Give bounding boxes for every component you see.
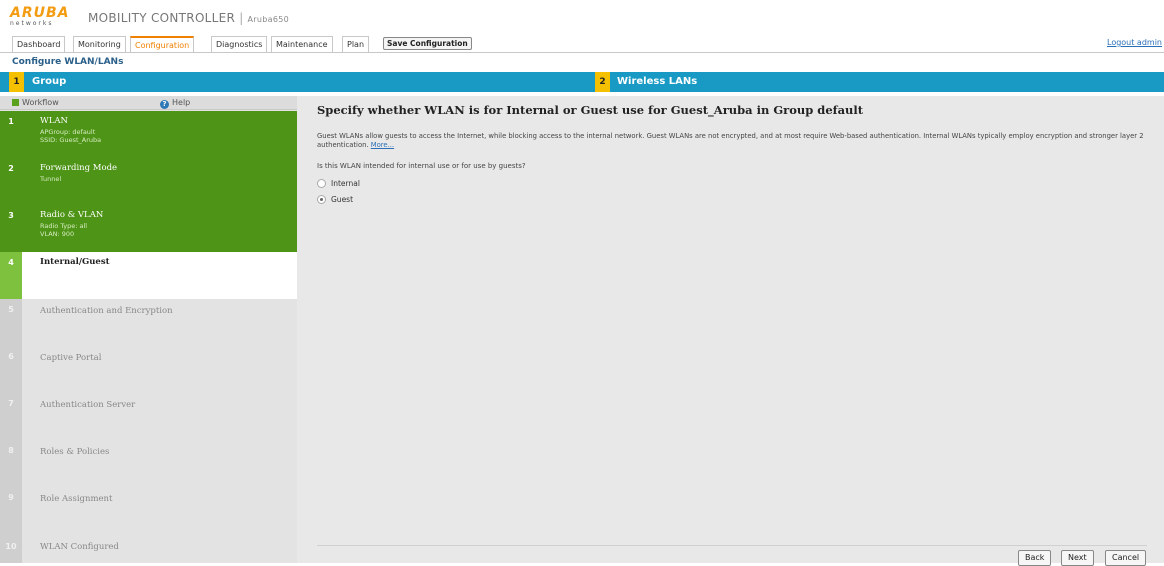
sidebar-item-detail: SSID: Guest_Aruba <box>40 136 102 144</box>
sidebar-item-title: Forwarding Mode <box>40 163 118 173</box>
main-panel: Specify whether WLAN is for Internal or … <box>297 96 1164 566</box>
description-text: Guest WLANs allow guests to access the I… <box>317 132 1144 149</box>
internal-radio[interactable] <box>317 179 326 188</box>
step-number: 4 <box>0 252 22 299</box>
tab-diagnostics[interactable]: Diagnostics <box>211 36 268 52</box>
sidebar-item-internal-guest[interactable]: 4 Internal/Guest <box>0 252 297 299</box>
step-number: 1 <box>0 111 22 158</box>
next-button[interactable]: Next <box>1061 550 1094 566</box>
sidebar-item-title: WLAN <box>40 116 68 126</box>
step-label-group[interactable]: Group <box>32 72 66 92</box>
page-title: Specify whether WLAN is for Internal or … <box>317 103 864 117</box>
step-number: 5 <box>0 299 22 346</box>
workflow-sidebar: Workflow ? Help 1 WLAN APGroup: default S… <box>0 96 297 563</box>
sidebar-item-body: Internal/Guest <box>22 252 297 299</box>
sidebar-item-detail: Radio Type: all <box>40 222 88 230</box>
tab-dashboard[interactable]: Dashboard <box>12 36 66 52</box>
step-number: 6 <box>0 346 22 393</box>
sidebar-item-detail: Tunnel <box>40 175 62 183</box>
sidebar-item-title: Authentication and Encryption <box>40 306 173 316</box>
step-number: 10 <box>0 516 22 563</box>
sidebar-item-forwarding-mode[interactable]: 2 Forwarding Mode Tunnel <box>0 158 297 205</box>
option-internal[interactable]: Internal <box>317 179 360 188</box>
step-number: 8 <box>0 440 22 487</box>
step-label-wireless-lans[interactable]: Wireless LANs <box>617 72 697 92</box>
main-nav: Dashboard Monitoring Configuration Diagn… <box>0 36 1164 53</box>
description: Guest WLANs allow guests to access the I… <box>317 132 1147 150</box>
logo-text: ARUBA <box>10 5 70 21</box>
sidebar-item-title: WLAN Configured <box>40 542 119 552</box>
option-guest[interactable]: Guest <box>317 195 353 204</box>
sidebar-item-title: Internal/Guest <box>40 257 110 267</box>
tab-maintenance[interactable]: Maintenance <box>271 36 333 52</box>
tab-monitoring[interactable]: Monitoring <box>73 36 126 52</box>
product-title: MOBILITY CONTROLLER | Aruba650 <box>88 11 289 25</box>
cancel-button[interactable]: Cancel <box>1105 550 1147 566</box>
sidebar-item-title: Captive Portal <box>40 353 102 363</box>
step-number-wireless-lans: 2 <box>595 72 610 92</box>
more-link[interactable]: More... <box>371 141 394 149</box>
workflow-label: Workflow <box>22 98 59 107</box>
step-number: 3 <box>0 205 22 252</box>
sidebar-item-detail: APGroup: default <box>40 128 96 136</box>
step-number: 2 <box>0 158 22 205</box>
sidebar-item-authentication-server[interactable]: 7 Authentication Server <box>0 393 297 440</box>
sidebar-item-authentication-encryption[interactable]: 5 Authentication and Encryption <box>0 299 297 346</box>
sidebar-item-captive-portal[interactable]: 6 Captive Portal <box>0 346 297 393</box>
tab-plan[interactable]: Plan <box>342 36 370 52</box>
product-name: MOBILITY CONTROLLER <box>88 11 236 25</box>
sidebar-item-body: WLAN APGroup: default SSID: Guest_Aruba <box>22 111 297 158</box>
step-number: 7 <box>0 393 22 440</box>
breadcrumb: Configure WLAN/LANs <box>0 54 1164 71</box>
sidebar-item-title: Radio & VLAN <box>40 210 104 220</box>
sidebar-item-title: Authentication Server <box>40 400 136 410</box>
step-number-group: 1 <box>9 72 24 92</box>
logout-link[interactable]: Logout admin <box>1107 38 1162 47</box>
logo-subtext: networks <box>10 20 54 27</box>
usage-question: Is this WLAN intended for internal use o… <box>317 162 526 170</box>
workflow-square-icon <box>12 99 19 106</box>
title-separator: | <box>239 11 244 25</box>
sidebar-header: Workflow ? Help <box>0 96 297 110</box>
sidebar-item-wlan-configured[interactable]: 10 WLAN Configured <box>0 516 297 563</box>
aruba-logo: ARUBA networks <box>10 6 70 30</box>
header: ARUBA networks MOBILITY CONTROLLER | Aruba… <box>0 0 1164 34</box>
step-bar: 1 Group 2 Wireless LANs <box>0 72 1164 92</box>
sidebar-item-title: Roles & Policies <box>40 447 110 457</box>
guest-label: Guest <box>331 195 354 204</box>
sidebar-item-detail: VLAN: 900 <box>40 230 75 238</box>
sidebar-item-roles-policies[interactable]: 8 Roles & Policies <box>0 440 297 487</box>
tab-configuration[interactable]: Configuration <box>130 36 195 52</box>
sidebar-item-radio-vlan[interactable]: 3 Radio & VLAN Radio Type: all VLAN: 900 <box>0 205 297 252</box>
back-button[interactable]: Back <box>1018 550 1052 566</box>
sidebar-item-body: Forwarding Mode Tunnel <box>22 158 297 205</box>
guest-radio[interactable] <box>317 195 326 204</box>
button-divider <box>317 545 1147 546</box>
workflow-tab[interactable]: Workflow <box>12 98 59 107</box>
save-configuration-button[interactable]: Save Configuration <box>383 37 472 50</box>
sidebar-item-wlan[interactable]: 1 WLAN APGroup: default SSID: Guest_Arub… <box>0 111 297 158</box>
internal-label: Internal <box>331 179 360 188</box>
help-tab[interactable]: ? Help <box>160 98 190 109</box>
help-label: Help <box>172 98 191 107</box>
help-icon: ? <box>160 100 169 109</box>
sidebar-item-title: Role Assignment <box>40 494 113 504</box>
device-name: Aruba650 <box>247 15 290 24</box>
sidebar-item-body: Radio & VLAN Radio Type: all VLAN: 900 <box>22 205 297 252</box>
